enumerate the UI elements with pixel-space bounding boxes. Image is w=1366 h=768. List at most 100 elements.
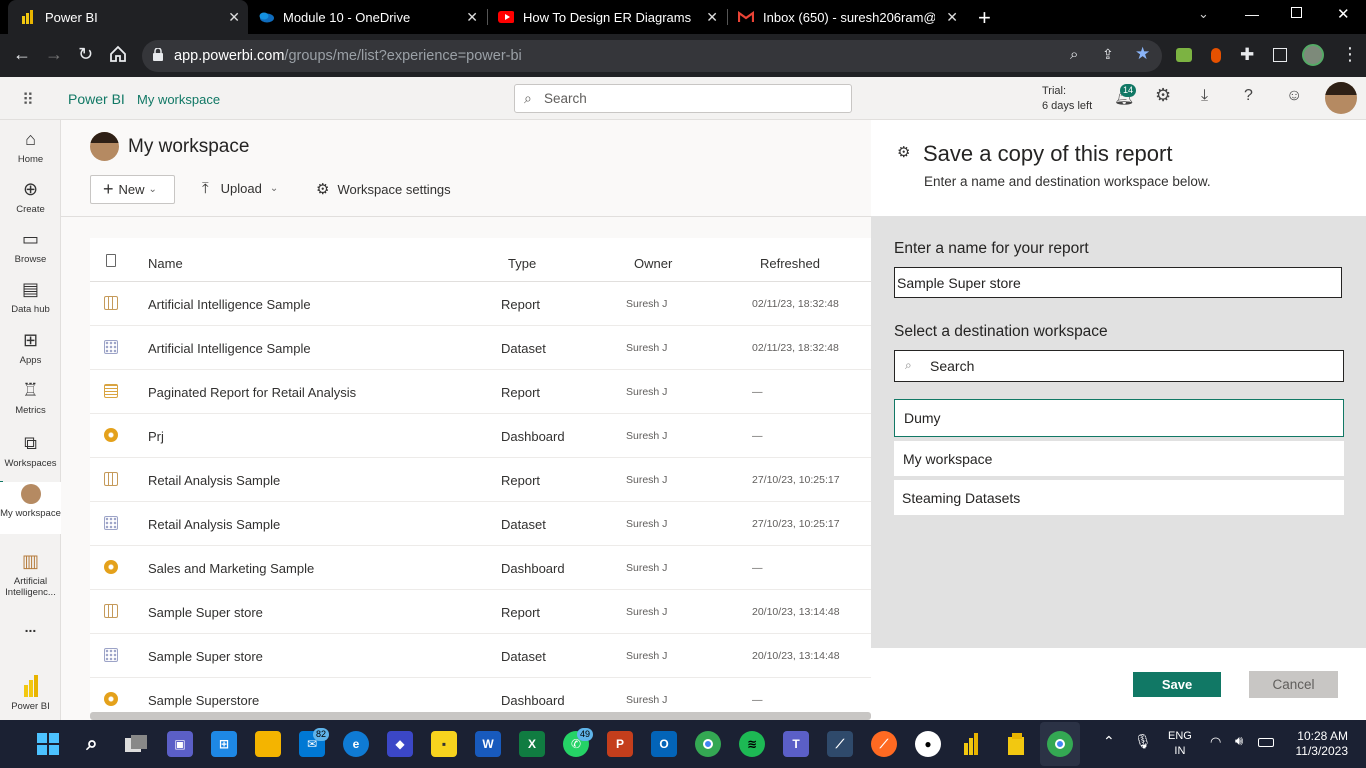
column-header-owner[interactable]: Owner (634, 256, 672, 271)
item-name[interactable]: Artificial Intelligence Sample (148, 297, 311, 312)
extension-meet-icon[interactable] (1176, 48, 1192, 62)
outlook-icon[interactable]: O (651, 731, 677, 757)
item-name[interactable]: Retail Analysis Sample (148, 473, 280, 488)
item-name[interactable]: Retail Analysis Sample (148, 517, 280, 532)
spotify-icon[interactable]: ≋ (739, 731, 765, 757)
microsoft-store-icon[interactable]: ⊞ (211, 731, 237, 757)
item-name[interactable]: Sample Super store (148, 605, 263, 620)
powerbi-desktop-icon[interactable] (959, 731, 985, 757)
item-name[interactable]: Prj (148, 429, 164, 444)
tab-gmail[interactable]: Inbox (650) - suresh206ram@gm ✕ (730, 0, 966, 34)
minimize-icon[interactable]: — (1245, 6, 1259, 22)
rail-item-artificial-intelligence[interactable]: ▥ Artificial Intelligenc... (0, 550, 61, 598)
restore-icon[interactable] (1291, 7, 1302, 18)
reload-icon[interactable]: ↻ (78, 44, 93, 65)
horizontal-scrollbar[interactable] (90, 712, 871, 720)
powerpoint-icon[interactable]: P (607, 731, 633, 757)
item-name[interactable]: Sample Super store (148, 649, 263, 664)
item-name[interactable]: Sales and Marketing Sample (148, 561, 314, 576)
feedback-icon[interactable]: ☺ (1286, 87, 1302, 105)
help-icon[interactable]: ? (1244, 87, 1253, 105)
bookmark-star-icon[interactable]: ★ (1135, 44, 1150, 64)
item-name[interactable]: Paginated Report for Retail Analysis (148, 385, 356, 400)
table-row[interactable]: Paginated Report for Retail Analysis Repo… (90, 370, 871, 414)
column-header-refreshed[interactable]: Refreshed (760, 256, 820, 271)
task-view-icon[interactable] (123, 731, 149, 757)
chrome-icon[interactable] (695, 731, 721, 757)
table-row[interactable]: Artificial Intelligence Sample Dataset Sur… (90, 326, 871, 370)
language-indicator[interactable]: ENG IN (1168, 729, 1192, 759)
download-icon[interactable]: ⤓ (1201, 87, 1208, 105)
close-tab-icon[interactable]: ✕ (228, 9, 240, 26)
sticky-notes-icon[interactable]: ▪ (431, 731, 457, 757)
table-row[interactable]: Retail Analysis Sample Report Suresh J 27/1… (90, 458, 871, 502)
rail-item-home[interactable]: ⌂ Home (0, 128, 61, 165)
tab-power-bi[interactable]: Power BI ✕ (8, 0, 248, 34)
item-name[interactable]: Sample Superstore (148, 693, 259, 708)
user-avatar[interactable] (1325, 82, 1357, 114)
workspace-search-input[interactable]: ⌕ Search (894, 350, 1344, 382)
word-icon[interactable]: W (475, 731, 501, 757)
extensions-puzzle-icon[interactable]: ✚ (1240, 45, 1254, 65)
back-icon[interactable]: ← (13, 44, 31, 65)
share-icon[interactable]: ⇪ (1102, 46, 1114, 63)
power-automate-icon[interactable]: ◆ (387, 731, 413, 757)
tray-overflow-icon[interactable]: ⌃ (1103, 733, 1115, 750)
workspace-option-dumy[interactable]: Dumy (894, 399, 1344, 437)
github-icon[interactable]: ● (915, 731, 941, 757)
file-explorer-icon[interactable] (255, 731, 281, 757)
wifi-icon[interactable]: ◠ (1210, 734, 1221, 750)
new-tab-icon[interactable]: + (978, 5, 991, 31)
rail-item-apps[interactable]: ⊞ Apps (0, 329, 61, 366)
tab-youtube[interactable]: How To Design ER Diagrams Onl ✕ (490, 0, 726, 34)
close-window-icon[interactable]: ✕ (1337, 5, 1350, 23)
breadcrumb[interactable]: My workspace (137, 92, 220, 107)
postman-icon[interactable]: ⟋ (871, 731, 897, 757)
vm-icon[interactable]: ⟋ (827, 731, 853, 757)
item-name[interactable]: Artificial Intelligence Sample (148, 341, 311, 356)
report-name-input[interactable]: Sample Super store (894, 267, 1342, 298)
upload-button[interactable]: ⤒ Upload ⌄ (202, 180, 278, 197)
more-icon[interactable]: ... (0, 620, 61, 634)
mic-muted-icon[interactable]: 🎙︎ (1134, 733, 1152, 750)
rail-item-browse[interactable]: ▭ Browse (0, 228, 61, 265)
workspace-settings-button[interactable]: ⚙ Workspace settings (316, 180, 451, 198)
app-launcher-icon[interactable]: ⠿ (22, 90, 35, 110)
windows-start-icon[interactable] (35, 731, 61, 757)
rail-item-my-workspace[interactable]: My workspace (0, 482, 61, 534)
cancel-button[interactable]: Cancel (1249, 671, 1338, 698)
close-tab-icon[interactable]: ✕ (946, 9, 958, 26)
battery-icon[interactable] (1258, 738, 1274, 747)
profile-avatar[interactable] (1302, 44, 1324, 66)
edge-icon[interactable]: e (343, 731, 369, 757)
column-header-type[interactable]: Type (508, 256, 536, 271)
rail-item-metrics[interactable]: ♖ Metrics (0, 379, 61, 416)
teams-icon[interactable]: T (783, 731, 809, 757)
table-row[interactable]: Sample Super store Report Suresh J 20/10/23… (90, 590, 871, 634)
rail-item-data-hub[interactable]: ▤ Data hub (0, 278, 61, 315)
extension-icon[interactable] (1211, 48, 1221, 63)
side-panel-icon[interactable] (1273, 48, 1287, 62)
column-header-name[interactable]: Name (148, 256, 183, 271)
workspace-option-steaming-datasets[interactable]: Steaming Datasets (894, 480, 1344, 515)
forward-icon[interactable]: → (45, 44, 63, 65)
table-row[interactable]: Sample Super store Dataset Suresh J 20/10/2… (90, 634, 871, 678)
powerbi-report-builder-icon[interactable] (1003, 731, 1029, 757)
tab-onedrive[interactable]: Module 10 - OneDrive ✕ (250, 0, 486, 34)
rail-item-workspaces[interactable]: ⧉ Workspaces (0, 432, 61, 469)
tab-search-chevron-icon[interactable]: ⌄ (1198, 6, 1209, 22)
app-name[interactable]: Power BI (68, 91, 125, 107)
teams-chat-icon[interactable]: ▣ (167, 731, 193, 757)
url-bar[interactable]: app.powerbi.com/groups/me/list?experienc… (142, 40, 1162, 72)
table-row[interactable]: Sales and Marketing Sample Dashboard Sures… (90, 546, 871, 590)
search-input[interactable]: ⌕ Search (514, 84, 852, 113)
zoom-icon[interactable]: ⌕ (1070, 46, 1078, 63)
close-tab-icon[interactable]: ✕ (706, 9, 718, 26)
chrome-menu-icon[interactable]: ⋮ (1341, 44, 1359, 65)
workspace-option-my-workspace[interactable]: My workspace (894, 441, 1344, 476)
taskbar-search-icon[interactable]: ⌕ (79, 731, 105, 757)
home-icon[interactable] (109, 45, 127, 68)
table-row[interactable]: Retail Analysis Sample Dataset Suresh J 27/… (90, 502, 871, 546)
clock[interactable]: 10:28 AM 11/3/2023 (1290, 729, 1349, 759)
table-row[interactable]: Artificial Intelligence Sample Report Sure… (90, 282, 871, 326)
